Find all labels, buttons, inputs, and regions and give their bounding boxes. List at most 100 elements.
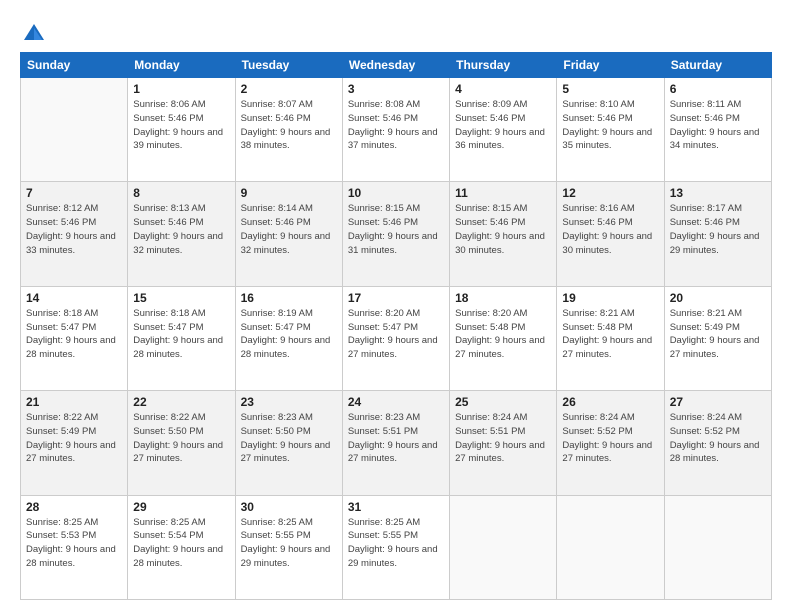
weekday-header-sunday: Sunday: [21, 53, 128, 78]
calendar-cell: 1 Sunrise: 8:06 AMSunset: 5:46 PMDaylight…: [128, 78, 235, 182]
weekday-header-monday: Monday: [128, 53, 235, 78]
day-number: 18: [455, 291, 551, 305]
day-number: 27: [670, 395, 766, 409]
calendar-cell: 17 Sunrise: 8:20 AMSunset: 5:47 PMDayligh…: [342, 286, 449, 390]
calendar-cell: [21, 78, 128, 182]
day-number: 31: [348, 500, 444, 514]
day-info: Sunrise: 8:23 AMSunset: 5:51 PMDaylight:…: [348, 411, 444, 466]
calendar-week-row: 28Sunrise: 8:25 AMSunset: 5:53 PMDayligh…: [21, 495, 772, 599]
day-info: Sunrise: 8:15 AMSunset: 5:46 PMDaylight:…: [348, 202, 444, 257]
day-info: Sunrise: 8:24 AMSunset: 5:52 PMDaylight:…: [562, 411, 658, 466]
calendar-cell: 8 Sunrise: 8:13 AMSunset: 5:46 PMDaylight…: [128, 182, 235, 286]
calendar-cell: [664, 495, 771, 599]
calendar-cell: [557, 495, 664, 599]
day-info: Sunrise: 8:20 AMSunset: 5:48 PMDaylight:…: [455, 307, 551, 362]
day-number: 25: [455, 395, 551, 409]
day-info: Sunrise: 8:08 AMSunset: 5:46 PMDaylight:…: [348, 98, 444, 153]
weekday-header-tuesday: Tuesday: [235, 53, 342, 78]
calendar-cell: 10 Sunrise: 8:15 AMSunset: 5:46 PMDayligh…: [342, 182, 449, 286]
day-number: 3: [348, 82, 444, 96]
day-info: Sunrise: 8:17 AMSunset: 5:46 PMDaylight:…: [670, 202, 766, 257]
day-info: Sunrise: 8:11 AMSunset: 5:46 PMDaylight:…: [670, 98, 766, 153]
calendar-cell: 29 Sunrise: 8:25 AMSunset: 5:54 PMDayligh…: [128, 495, 235, 599]
day-number: 1: [133, 82, 229, 96]
calendar-cell: 20Sunrise: 8:21 AMSunset: 5:49 PMDayligh…: [664, 286, 771, 390]
day-info: Sunrise: 8:25 AMSunset: 5:54 PMDaylight:…: [133, 516, 229, 571]
calendar-cell: 26 Sunrise: 8:24 AMSunset: 5:52 PMDayligh…: [557, 391, 664, 495]
day-info: Sunrise: 8:21 AMSunset: 5:48 PMDaylight:…: [562, 307, 658, 362]
day-info: Sunrise: 8:24 AMSunset: 5:51 PMDaylight:…: [455, 411, 551, 466]
page: SundayMondayTuesdayWednesdayThursdayFrid…: [0, 0, 792, 612]
day-number: 19: [562, 291, 658, 305]
header: [20, 16, 772, 48]
day-number: 29: [133, 500, 229, 514]
calendar-cell: 11 Sunrise: 8:15 AMSunset: 5:46 PMDayligh…: [450, 182, 557, 286]
day-info: Sunrise: 8:10 AMSunset: 5:46 PMDaylight:…: [562, 98, 658, 153]
calendar-cell: 24Sunrise: 8:23 AMSunset: 5:51 PMDayligh…: [342, 391, 449, 495]
calendar-cell: [450, 495, 557, 599]
calendar-cell: 21 Sunrise: 8:22 AMSunset: 5:49 PMDayligh…: [21, 391, 128, 495]
logo-icon: [20, 20, 48, 48]
logo: [20, 20, 52, 48]
day-info: Sunrise: 8:07 AMSunset: 5:46 PMDaylight:…: [241, 98, 337, 153]
day-info: Sunrise: 8:23 AMSunset: 5:50 PMDaylight:…: [241, 411, 337, 466]
calendar-cell: 27 Sunrise: 8:24 AMSunset: 5:52 PMDayligh…: [664, 391, 771, 495]
day-info: Sunrise: 8:22 AMSunset: 5:50 PMDaylight:…: [133, 411, 229, 466]
day-number: 8: [133, 186, 229, 200]
calendar-cell: 13 Sunrise: 8:17 AMSunset: 5:46 PMDayligh…: [664, 182, 771, 286]
day-number: 17: [348, 291, 444, 305]
day-number: 15: [133, 291, 229, 305]
day-number: 6: [670, 82, 766, 96]
day-number: 11: [455, 186, 551, 200]
day-info: Sunrise: 8:09 AMSunset: 5:46 PMDaylight:…: [455, 98, 551, 153]
day-number: 9: [241, 186, 337, 200]
calendar-cell: 18 Sunrise: 8:20 AMSunset: 5:48 PMDayligh…: [450, 286, 557, 390]
calendar-cell: 15 Sunrise: 8:18 AMSunset: 5:47 PMDayligh…: [128, 286, 235, 390]
day-number: 16: [241, 291, 337, 305]
calendar-cell: 22Sunrise: 8:22 AMSunset: 5:50 PMDayligh…: [128, 391, 235, 495]
day-info: Sunrise: 8:25 AMSunset: 5:55 PMDaylight:…: [241, 516, 337, 571]
day-info: Sunrise: 8:20 AMSunset: 5:47 PMDaylight:…: [348, 307, 444, 362]
day-number: 30: [241, 500, 337, 514]
calendar-cell: 2 Sunrise: 8:07 AMSunset: 5:46 PMDaylight…: [235, 78, 342, 182]
calendar-week-row: 7Sunrise: 8:12 AMSunset: 5:46 PMDaylight…: [21, 182, 772, 286]
day-info: Sunrise: 8:13 AMSunset: 5:46 PMDaylight:…: [133, 202, 229, 257]
day-info: Sunrise: 8:25 AMSunset: 5:53 PMDaylight:…: [26, 516, 122, 571]
calendar-cell: 14Sunrise: 8:18 AMSunset: 5:47 PMDayligh…: [21, 286, 128, 390]
day-info: Sunrise: 8:19 AMSunset: 5:47 PMDaylight:…: [241, 307, 337, 362]
weekday-header-thursday: Thursday: [450, 53, 557, 78]
calendar-cell: 28Sunrise: 8:25 AMSunset: 5:53 PMDayligh…: [21, 495, 128, 599]
calendar-cell: 23 Sunrise: 8:23 AMSunset: 5:50 PMDayligh…: [235, 391, 342, 495]
calendar-cell: 9Sunrise: 8:14 AMSunset: 5:46 PMDaylight…: [235, 182, 342, 286]
calendar-week-row: 14 Sunrise: 8:18 AMSunset: 5:47 PMDayligh…: [21, 286, 772, 390]
day-number: 26: [562, 395, 658, 409]
day-info: Sunrise: 8:22 AMSunset: 5:49 PMDaylight:…: [26, 411, 122, 466]
calendar-cell: 6 Sunrise: 8:11 AMSunset: 5:46 PMDaylight…: [664, 78, 771, 182]
calendar-week-row: 21 Sunrise: 8:22 AMSunset: 5:49 PMDayligh…: [21, 391, 772, 495]
weekday-header-saturday: Saturday: [664, 53, 771, 78]
calendar-cell: 4Sunrise: 8:09 AMSunset: 5:46 PMDaylight…: [450, 78, 557, 182]
day-info: Sunrise: 8:12 AMSunset: 5:46 PMDaylight:…: [26, 202, 122, 257]
day-info: Sunrise: 8:21 AMSunset: 5:49 PMDaylight:…: [670, 307, 766, 362]
day-info: Sunrise: 8:18 AMSunset: 5:47 PMDaylight:…: [133, 307, 229, 362]
day-info: Sunrise: 8:15 AMSunset: 5:46 PMDaylight:…: [455, 202, 551, 257]
day-number: 21: [26, 395, 122, 409]
calendar-cell: 31Sunrise: 8:25 AMSunset: 5:55 PMDayligh…: [342, 495, 449, 599]
day-number: 5: [562, 82, 658, 96]
day-number: 23: [241, 395, 337, 409]
day-number: 2: [241, 82, 337, 96]
weekday-header-row: SundayMondayTuesdayWednesdayThursdayFrid…: [21, 53, 772, 78]
day-info: Sunrise: 8:16 AMSunset: 5:46 PMDaylight:…: [562, 202, 658, 257]
day-info: Sunrise: 8:24 AMSunset: 5:52 PMDaylight:…: [670, 411, 766, 466]
calendar-cell: 30 Sunrise: 8:25 AMSunset: 5:55 PMDayligh…: [235, 495, 342, 599]
day-info: Sunrise: 8:06 AMSunset: 5:46 PMDaylight:…: [133, 98, 229, 153]
day-number: 14: [26, 291, 122, 305]
calendar-cell: 5 Sunrise: 8:10 AMSunset: 5:46 PMDaylight…: [557, 78, 664, 182]
calendar-cell: 3 Sunrise: 8:08 AMSunset: 5:46 PMDaylight…: [342, 78, 449, 182]
day-number: 10: [348, 186, 444, 200]
weekday-header-friday: Friday: [557, 53, 664, 78]
day-number: 13: [670, 186, 766, 200]
day-number: 12: [562, 186, 658, 200]
calendar-cell: 19 Sunrise: 8:21 AMSunset: 5:48 PMDayligh…: [557, 286, 664, 390]
calendar-cell: 12 Sunrise: 8:16 AMSunset: 5:46 PMDayligh…: [557, 182, 664, 286]
